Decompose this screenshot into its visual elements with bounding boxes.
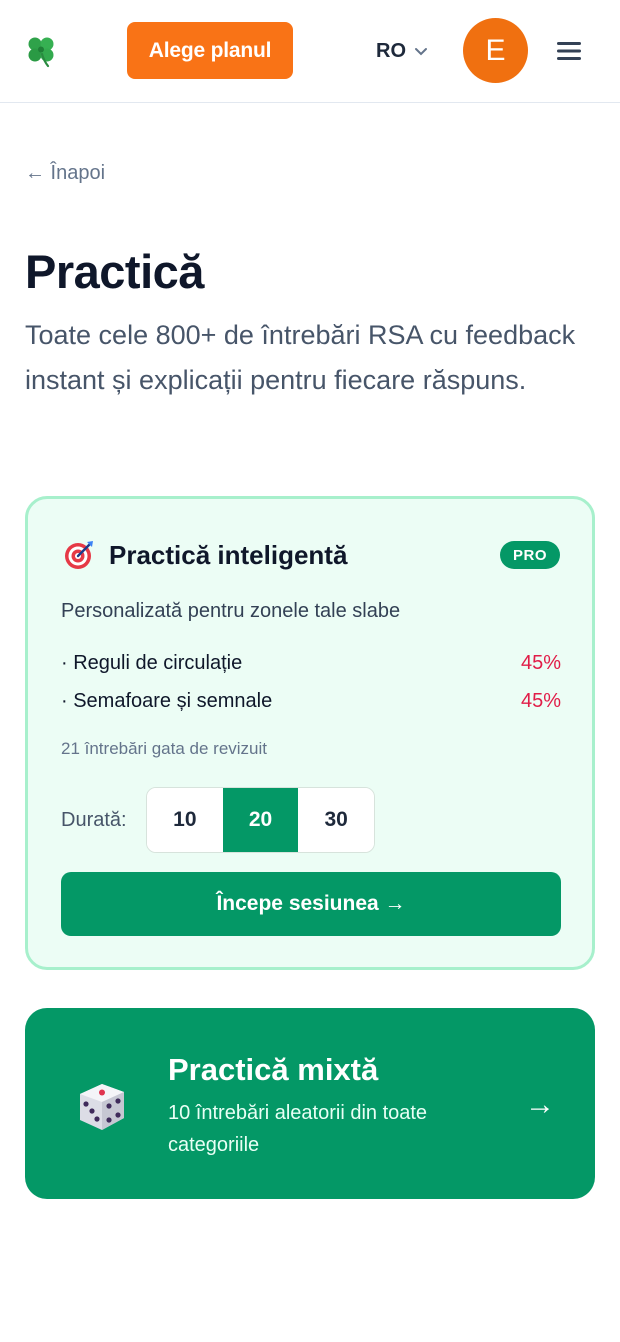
language-code: RO — [376, 39, 406, 62]
smart-practice-header: Practică inteligentă — [63, 539, 347, 571]
back-link[interactable]: ← Înapoi — [25, 162, 105, 185]
four-leaf-clover-icon[interactable] — [25, 34, 57, 68]
user-avatar[interactable]: E — [463, 18, 528, 83]
hamburger-menu-icon[interactable] — [555, 40, 583, 62]
choose-plan-button[interactable]: Alege planul — [127, 22, 293, 79]
duration-option-10[interactable]: 10 — [147, 788, 223, 852]
mixed-practice-card[interactable]: Practică mixtă 10 întrebări aleatorii di… — [25, 1008, 595, 1199]
duration-option-30[interactable]: 30 — [298, 788, 374, 852]
target-icon — [65, 541, 93, 569]
page-subtitle: Toate cele 800+ de întrebări RSA cu feed… — [25, 320, 576, 395]
top-header: Alege planul RO E — [0, 0, 620, 103]
duration-label: Durată: — [61, 809, 127, 831]
duration-selector: 10 20 30 — [146, 787, 375, 853]
language-selector[interactable]: RO — [376, 38, 428, 64]
chevron-down-icon — [415, 48, 427, 56]
weak-area-label: · Semafoare și semnale — [61, 690, 273, 712]
weak-area-percent: 45% — [520, 652, 561, 674]
mixed-practice-title: Practică mixtă — [168, 1052, 379, 1087]
smart-practice-description: Personalizată pentru zonele tale slabe — [61, 600, 401, 622]
ready-questions-count: 21 întrebări gata de revizuit — [61, 739, 268, 758]
arrow-right-icon: → — [525, 1088, 555, 1121]
smart-practice-card: Practică inteligentă PRO Personalizată p… — [25, 496, 595, 970]
mixed-practice-description: 10 întrebări aleatorii din toate categor… — [168, 1102, 428, 1156]
start-session-button[interactable]: Începe sesiunea → — [61, 872, 561, 936]
dice-icon — [80, 1084, 124, 1130]
weak-area-label: · Reguli de circulație — [61, 652, 243, 674]
page-title: Practică — [25, 245, 204, 298]
duration-option-20[interactable]: 20 — [222, 788, 299, 852]
weak-area-percent: 45% — [520, 690, 561, 712]
weak-area-row: · Semafoare și semnale 45% — [61, 690, 561, 713]
pro-badge: PRO — [499, 541, 560, 569]
weak-area-row: · Reguli de circulație 45% — [61, 652, 561, 675]
smart-practice-title: Practică inteligentă — [109, 539, 348, 570]
